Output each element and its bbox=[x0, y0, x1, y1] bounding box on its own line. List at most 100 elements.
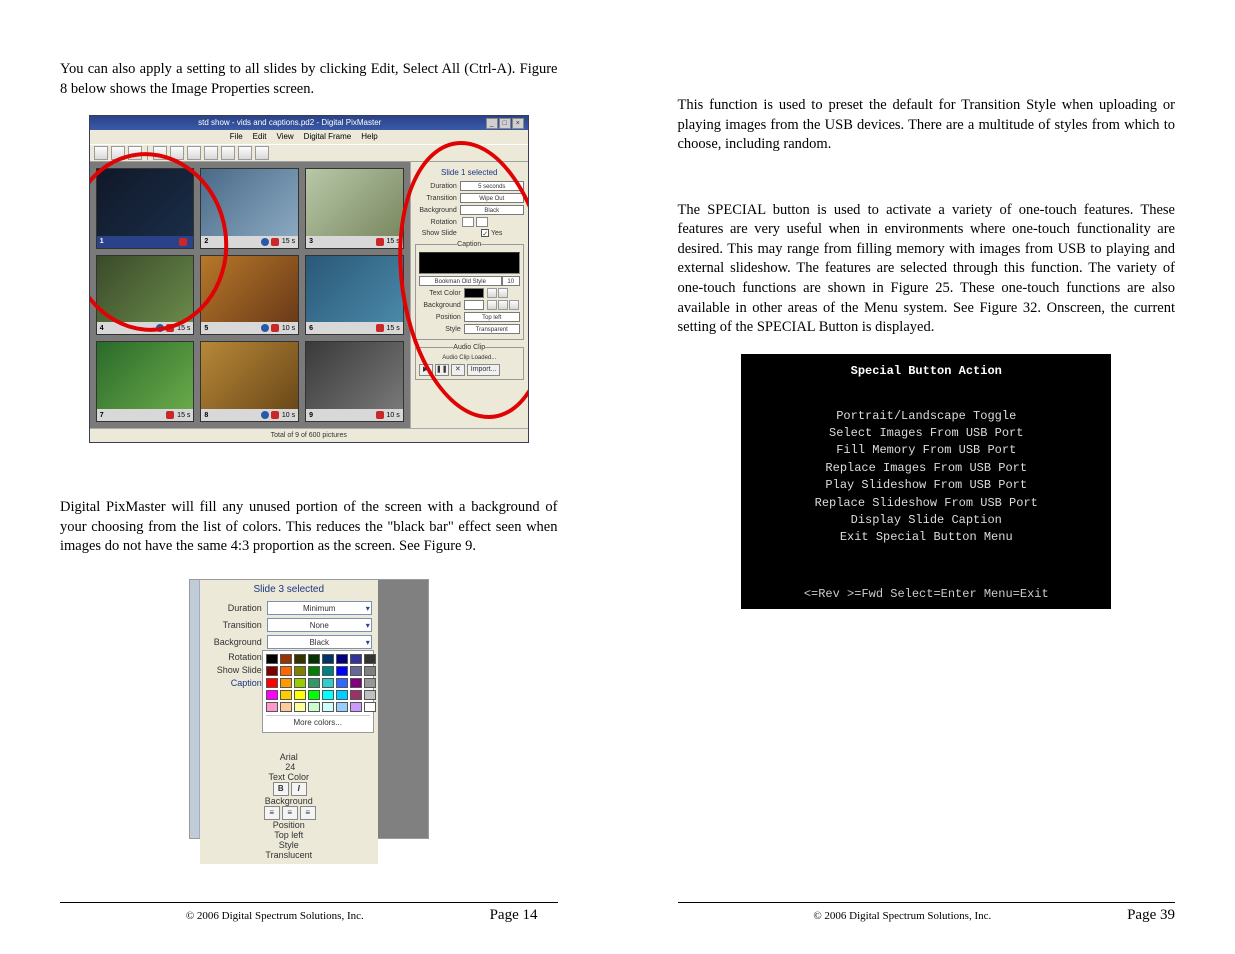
color-swatch[interactable] bbox=[364, 702, 376, 712]
toolbar-save-icon[interactable] bbox=[128, 146, 142, 160]
transition-select[interactable]: None bbox=[267, 618, 372, 632]
special-menu-item[interactable]: Exit Special Button Menu bbox=[741, 529, 1111, 546]
special-menu-item[interactable]: Display Slide Caption bbox=[741, 512, 1111, 529]
toolbar-copy-icon[interactable] bbox=[204, 146, 218, 160]
color-swatch[interactable] bbox=[280, 654, 292, 664]
thumbnail-2[interactable]: 215 s bbox=[200, 168, 299, 249]
caption-bg-select[interactable] bbox=[464, 300, 484, 310]
align-right-button[interactable] bbox=[509, 300, 519, 310]
toolbar-help-icon[interactable] bbox=[255, 146, 269, 160]
color-swatch[interactable] bbox=[364, 666, 376, 676]
toolbar-redo-icon[interactable] bbox=[170, 146, 184, 160]
color-swatch[interactable] bbox=[336, 666, 348, 676]
thumbnail-1[interactable]: 1 bbox=[96, 168, 195, 249]
color-swatch[interactable] bbox=[336, 654, 348, 664]
color-swatch[interactable] bbox=[350, 702, 362, 712]
position-select[interactable]: Top left bbox=[206, 830, 372, 840]
color-swatch[interactable] bbox=[322, 678, 334, 688]
color-swatch[interactable] bbox=[308, 678, 320, 688]
color-swatch[interactable] bbox=[336, 690, 348, 700]
menu-file[interactable]: File bbox=[230, 132, 243, 141]
toolbar-undo-icon[interactable] bbox=[153, 146, 167, 160]
italic-button[interactable] bbox=[498, 288, 508, 298]
color-swatch[interactable] bbox=[294, 702, 306, 712]
thumbnail-4[interactable]: 415 s bbox=[96, 255, 195, 336]
color-swatch[interactable] bbox=[350, 690, 362, 700]
align-left-button[interactable]: ≡ bbox=[264, 806, 280, 820]
color-swatch[interactable] bbox=[266, 678, 278, 688]
style-select[interactable]: Translucent bbox=[206, 850, 372, 860]
color-swatch[interactable] bbox=[294, 654, 306, 664]
special-menu-item[interactable]: Select Images From USB Port bbox=[741, 425, 1111, 442]
color-swatch[interactable] bbox=[308, 702, 320, 712]
color-swatch[interactable] bbox=[266, 666, 278, 676]
color-swatch[interactable] bbox=[280, 678, 292, 688]
special-menu-item[interactable]: Replace Slideshow From USB Port bbox=[741, 495, 1111, 512]
special-menu-item[interactable]: Play Slideshow From USB Port bbox=[741, 477, 1111, 494]
bold-button[interactable] bbox=[487, 288, 497, 298]
font-select[interactable]: Arial bbox=[206, 752, 372, 762]
color-swatch[interactable] bbox=[266, 702, 278, 712]
duration-select[interactable]: 5 seconds bbox=[460, 181, 524, 191]
background-select[interactable]: Black bbox=[460, 205, 524, 215]
color-swatch[interactable] bbox=[364, 678, 376, 688]
special-menu-item[interactable]: Fill Memory From USB Port bbox=[741, 442, 1111, 459]
color-swatch[interactable] bbox=[266, 654, 278, 664]
special-menu-item[interactable]: Replace Images From USB Port bbox=[741, 460, 1111, 477]
font-size[interactable]: 24 bbox=[209, 762, 372, 772]
close-button[interactable]: × bbox=[512, 118, 524, 129]
color-swatch[interactable] bbox=[322, 690, 334, 700]
color-swatch[interactable] bbox=[336, 702, 348, 712]
text-color-select[interactable] bbox=[464, 288, 484, 298]
color-swatch[interactable] bbox=[350, 666, 362, 676]
bold-button[interactable]: B bbox=[273, 782, 289, 796]
style-select[interactable]: Transparent bbox=[464, 324, 520, 334]
thumbnail-5[interactable]: 510 s bbox=[200, 255, 299, 336]
align-left-button[interactable] bbox=[487, 300, 497, 310]
audio-delete-button[interactable]: ✕ bbox=[451, 364, 465, 376]
background-select[interactable]: Black bbox=[267, 635, 372, 649]
color-swatch[interactable] bbox=[350, 654, 362, 664]
color-swatch[interactable] bbox=[308, 666, 320, 676]
color-swatch[interactable] bbox=[364, 690, 376, 700]
color-swatch[interactable] bbox=[308, 690, 320, 700]
audio-pause-button[interactable]: ❚❚ bbox=[435, 364, 449, 376]
color-swatch[interactable] bbox=[294, 690, 306, 700]
audio-import-button[interactable]: Import... bbox=[467, 364, 501, 376]
color-swatch[interactable] bbox=[364, 654, 376, 664]
rotation-buttons[interactable] bbox=[460, 217, 524, 227]
toolbar-cut-icon[interactable] bbox=[187, 146, 201, 160]
thumbnail-3[interactable]: 315 s bbox=[305, 168, 404, 249]
toolbar-props-icon[interactable] bbox=[238, 146, 252, 160]
toolbar-paste-icon[interactable] bbox=[221, 146, 235, 160]
thumbnail-7[interactable]: 715 s bbox=[96, 341, 195, 422]
special-menu-item[interactable]: Portrait/Landscape Toggle bbox=[741, 408, 1111, 425]
position-select[interactable]: Top left bbox=[464, 312, 520, 322]
toolbar-open-icon[interactable] bbox=[111, 146, 125, 160]
align-right-button[interactable]: ≡ bbox=[300, 806, 316, 820]
color-swatch[interactable] bbox=[280, 666, 292, 676]
maximize-button[interactable]: □ bbox=[499, 118, 511, 129]
thumbnail-9[interactable]: 910 s bbox=[305, 341, 404, 422]
italic-button[interactable]: I bbox=[291, 782, 307, 796]
menubar[interactable]: FileEditViewDigital FrameHelp bbox=[90, 130, 528, 144]
color-swatch[interactable] bbox=[294, 678, 306, 688]
minimize-button[interactable]: _ bbox=[486, 118, 498, 129]
color-swatch[interactable] bbox=[266, 690, 278, 700]
transition-select[interactable]: Wipe Out bbox=[460, 193, 524, 203]
color-swatch[interactable] bbox=[308, 654, 320, 664]
scroll-strip[interactable] bbox=[190, 580, 200, 838]
menu-digital-frame[interactable]: Digital Frame bbox=[304, 132, 352, 141]
thumbnail-8[interactable]: 810 s bbox=[200, 341, 299, 422]
color-swatch[interactable] bbox=[322, 702, 334, 712]
align-center-button[interactable]: ≡ bbox=[282, 806, 298, 820]
toolbar-new-icon[interactable] bbox=[94, 146, 108, 160]
color-swatch[interactable] bbox=[322, 654, 334, 664]
color-swatch[interactable] bbox=[294, 666, 306, 676]
menu-help[interactable]: Help bbox=[361, 132, 377, 141]
color-swatch[interactable] bbox=[350, 678, 362, 688]
more-colors-button[interactable]: More colors... bbox=[266, 715, 370, 729]
menu-view[interactable]: View bbox=[276, 132, 293, 141]
duration-select[interactable]: Minimum bbox=[267, 601, 372, 615]
color-swatch[interactable] bbox=[280, 690, 292, 700]
